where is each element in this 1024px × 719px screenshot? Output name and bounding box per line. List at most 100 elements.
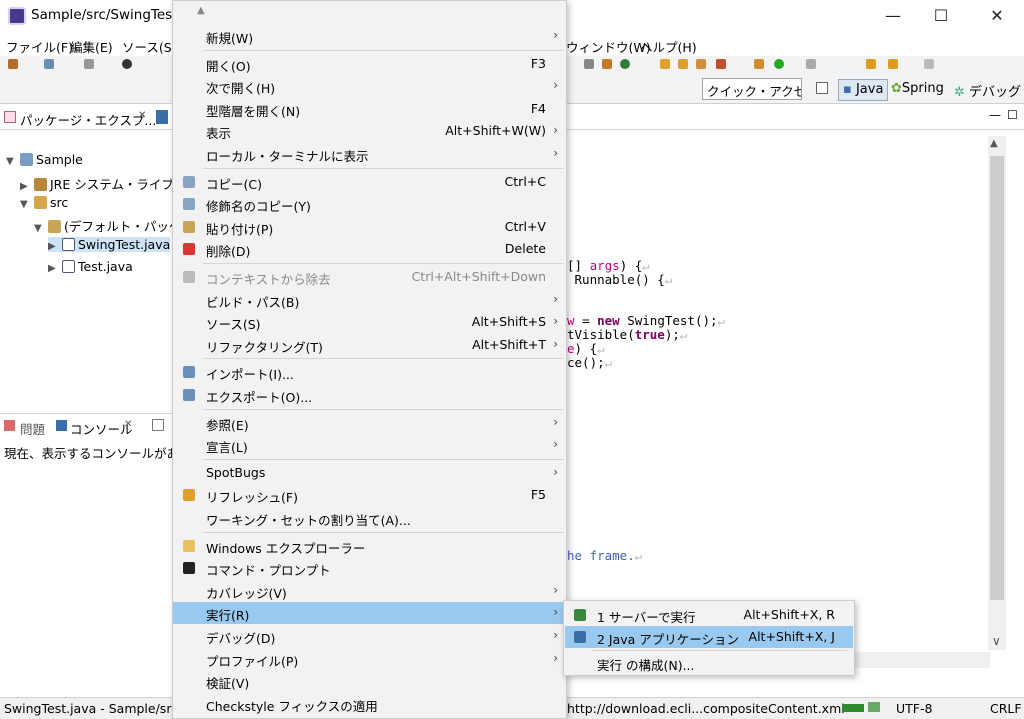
hierarchy-tab-icon[interactable] [156, 110, 168, 124]
tree-label: src [50, 195, 69, 210]
context-menu-item[interactable]: ワーキング・セットの割り当て(A)... [173, 507, 566, 529]
context-menu-item[interactable]: Checkstyle フィックスの適用 [173, 693, 566, 715]
scrollbar-thumb[interactable] [990, 156, 1004, 600]
open-perspective-icon[interactable] [816, 82, 828, 94]
back-arrow-icon[interactable] [888, 59, 898, 69]
context-menu-item[interactable]: 表示 Alt+Shift+W(W) › [173, 120, 566, 142]
chevron-right-icon[interactable]: ▶ [48, 263, 62, 274]
context-menu-item[interactable]: 実行(R) › [173, 602, 566, 625]
chevron-down-icon[interactable]: ▼ [20, 199, 34, 210]
package-explorer-close-icon[interactable]: ✕ [138, 110, 146, 121]
chevron-right-icon: › [553, 123, 558, 138]
context-menu-item[interactable]: ソース(S) Alt+Shift+S › [173, 311, 566, 333]
context-menu-item[interactable]: コマンド・プロンプト [173, 557, 566, 579]
run-icon[interactable] [620, 59, 630, 69]
back-icon[interactable] [866, 59, 876, 69]
scroll-up-arrow-icon[interactable]: ▲ [197, 5, 205, 16]
chevron-right-icon[interactable]: ▶ [20, 181, 34, 192]
console-close-icon[interactable]: ✕ [124, 419, 132, 430]
perspective-debug[interactable]: ✲ デバッグ [950, 79, 1024, 101]
close-button[interactable]: ✕ [974, 0, 1020, 32]
chevron-down-icon[interactable]: ▼ [34, 223, 48, 234]
context-menu-item[interactable]: ローカル・ターミナルに表示 › [173, 143, 566, 165]
menu-item-label: カバレッジ(V) [206, 585, 287, 601]
scroll-down-icon[interactable]: ∨ [992, 634, 1001, 648]
quick-access-field[interactable]: クイック・アクセス [702, 78, 802, 100]
context-menu-item[interactable]: 型階層を開く(N) F4 [173, 98, 566, 120]
context-menu-item[interactable]: エクスポート(O)... [173, 384, 566, 406]
editor-maximize-icon[interactable]: ☐ [1007, 108, 1018, 122]
context-menu-item[interactable]: リフレッシュ(F) F5 [173, 484, 566, 506]
perspective-java[interactable]: ▪ Java [838, 79, 889, 101]
perspective-spring[interactable]: ✿Spring [887, 79, 948, 101]
open-task-icon[interactable] [696, 59, 706, 69]
menu-file[interactable]: ファイル(F) [6, 37, 73, 56]
context-menu-item[interactable]: デバッグ(D) › [173, 625, 566, 647]
spring-icon: ✿ [891, 81, 902, 96]
submenu-item[interactable]: 1 サーバーで実行 Alt+Shift+X, R [565, 604, 853, 626]
context-menu-item[interactable]: カバレッジ(V) › [173, 580, 566, 602]
tree-label: SwingTest.java [78, 237, 171, 252]
context-menu-item[interactable]: ビルド・パス(B) › [173, 289, 566, 311]
delete-icon [183, 243, 195, 256]
submenu-item-shortcut: Alt+Shift+X, R [743, 607, 835, 622]
tree-label: Test.java [78, 259, 133, 274]
maximize-button[interactable]: ☐ [918, 0, 964, 32]
annotation-icon[interactable] [806, 59, 816, 69]
chevron-right-icon: › [553, 78, 558, 93]
menu-help[interactable]: ヘルプ(H) [640, 37, 697, 56]
package-icon [48, 220, 61, 233]
status-icon[interactable] [868, 702, 880, 712]
chevron-right-icon: › [553, 605, 558, 620]
save-all-icon[interactable] [84, 59, 94, 69]
context-menu-item[interactable]: 参照(E) › [173, 412, 566, 434]
menu-source[interactable]: ソース(S) [122, 37, 177, 56]
status-encoding[interactable]: UTF-8 [896, 701, 932, 716]
tab-problems[interactable]: 問題 [20, 419, 45, 438]
tree-item-src[interactable]: ▼ src [20, 195, 68, 210]
menu-edit[interactable]: 編集(E) [70, 37, 113, 56]
context-menu-item[interactable]: 開く(O) F3 [173, 53, 566, 75]
search-icon[interactable] [754, 59, 764, 69]
scroll-up-icon[interactable]: ▲ [990, 138, 998, 149]
context-menu-item[interactable]: 修飾名のコピー(Y) [173, 193, 566, 215]
menu-window[interactable]: ウィンドウ(W) [566, 37, 651, 56]
open-folder2-icon[interactable] [678, 59, 688, 69]
context-menu-item[interactable]: 貼り付け(P) Ctrl+V [173, 216, 566, 238]
chevron-down-icon[interactable]: ▼ [6, 156, 20, 167]
chevron-right-icon[interactable]: ▶ [48, 241, 62, 252]
forward-icon[interactable] [924, 59, 934, 69]
status-line-ending[interactable]: CRLF [990, 701, 1022, 716]
tree-item-sample[interactable]: ▼ Sample [6, 152, 83, 167]
editor-minimize-icon[interactable]: — [989, 108, 1001, 122]
context-menu-item[interactable]: 新規(W) › [173, 25, 566, 47]
context-menu-item[interactable]: 宣言(L) › [173, 434, 566, 456]
java-perspective-icon: ▪ [843, 82, 852, 97]
code-editor[interactable] [565, 130, 1024, 650]
context-menu-item[interactable]: SpotBugs › [173, 462, 566, 484]
context-menu-item[interactable]: リファクタリング(T) Alt+Shift+T › [173, 334, 566, 356]
context-menu-item[interactable]: コピー(C) Ctrl+C [173, 171, 566, 193]
open-folder-icon[interactable] [660, 59, 670, 69]
debug-icon[interactable] [122, 59, 132, 69]
new-icon[interactable] [8, 59, 18, 69]
context-menu-item[interactable]: 次で開く(H) › [173, 75, 566, 97]
context-menu-item[interactable]: 検証(V) [173, 670, 566, 692]
menu-item-label: Windows エクスプローラー [206, 540, 366, 556]
context-menu-item[interactable]: インポート(I)... [173, 361, 566, 383]
tree-item-swingtest[interactable]: ▶ SwingTest.java [48, 237, 171, 252]
nav-icon[interactable] [584, 59, 594, 69]
context-menu-item[interactable]: プロファイル(P) › [173, 648, 566, 670]
status-dot-icon[interactable] [774, 59, 784, 69]
context-menu-item[interactable]: Windows エクスプローラー [173, 535, 566, 557]
launch-icon[interactable] [716, 59, 726, 69]
tree-item-test[interactable]: ▶ Test.java [48, 259, 133, 274]
save-icon[interactable] [44, 59, 54, 69]
context-menu-item[interactable]: 削除(D) Delete [173, 238, 566, 260]
type-icon[interactable] [602, 59, 612, 69]
minimize-button[interactable]: — [870, 0, 916, 32]
submenu-item[interactable]: 実行 の構成(N)... [565, 652, 853, 674]
package-explorer-tab[interactable]: パッケージ・エクスプ... ✕ [0, 106, 172, 130]
console-view-icon[interactable] [152, 419, 164, 431]
submenu-item[interactable]: 2 Java アプリケーション Alt+Shift+X, J [565, 626, 853, 648]
